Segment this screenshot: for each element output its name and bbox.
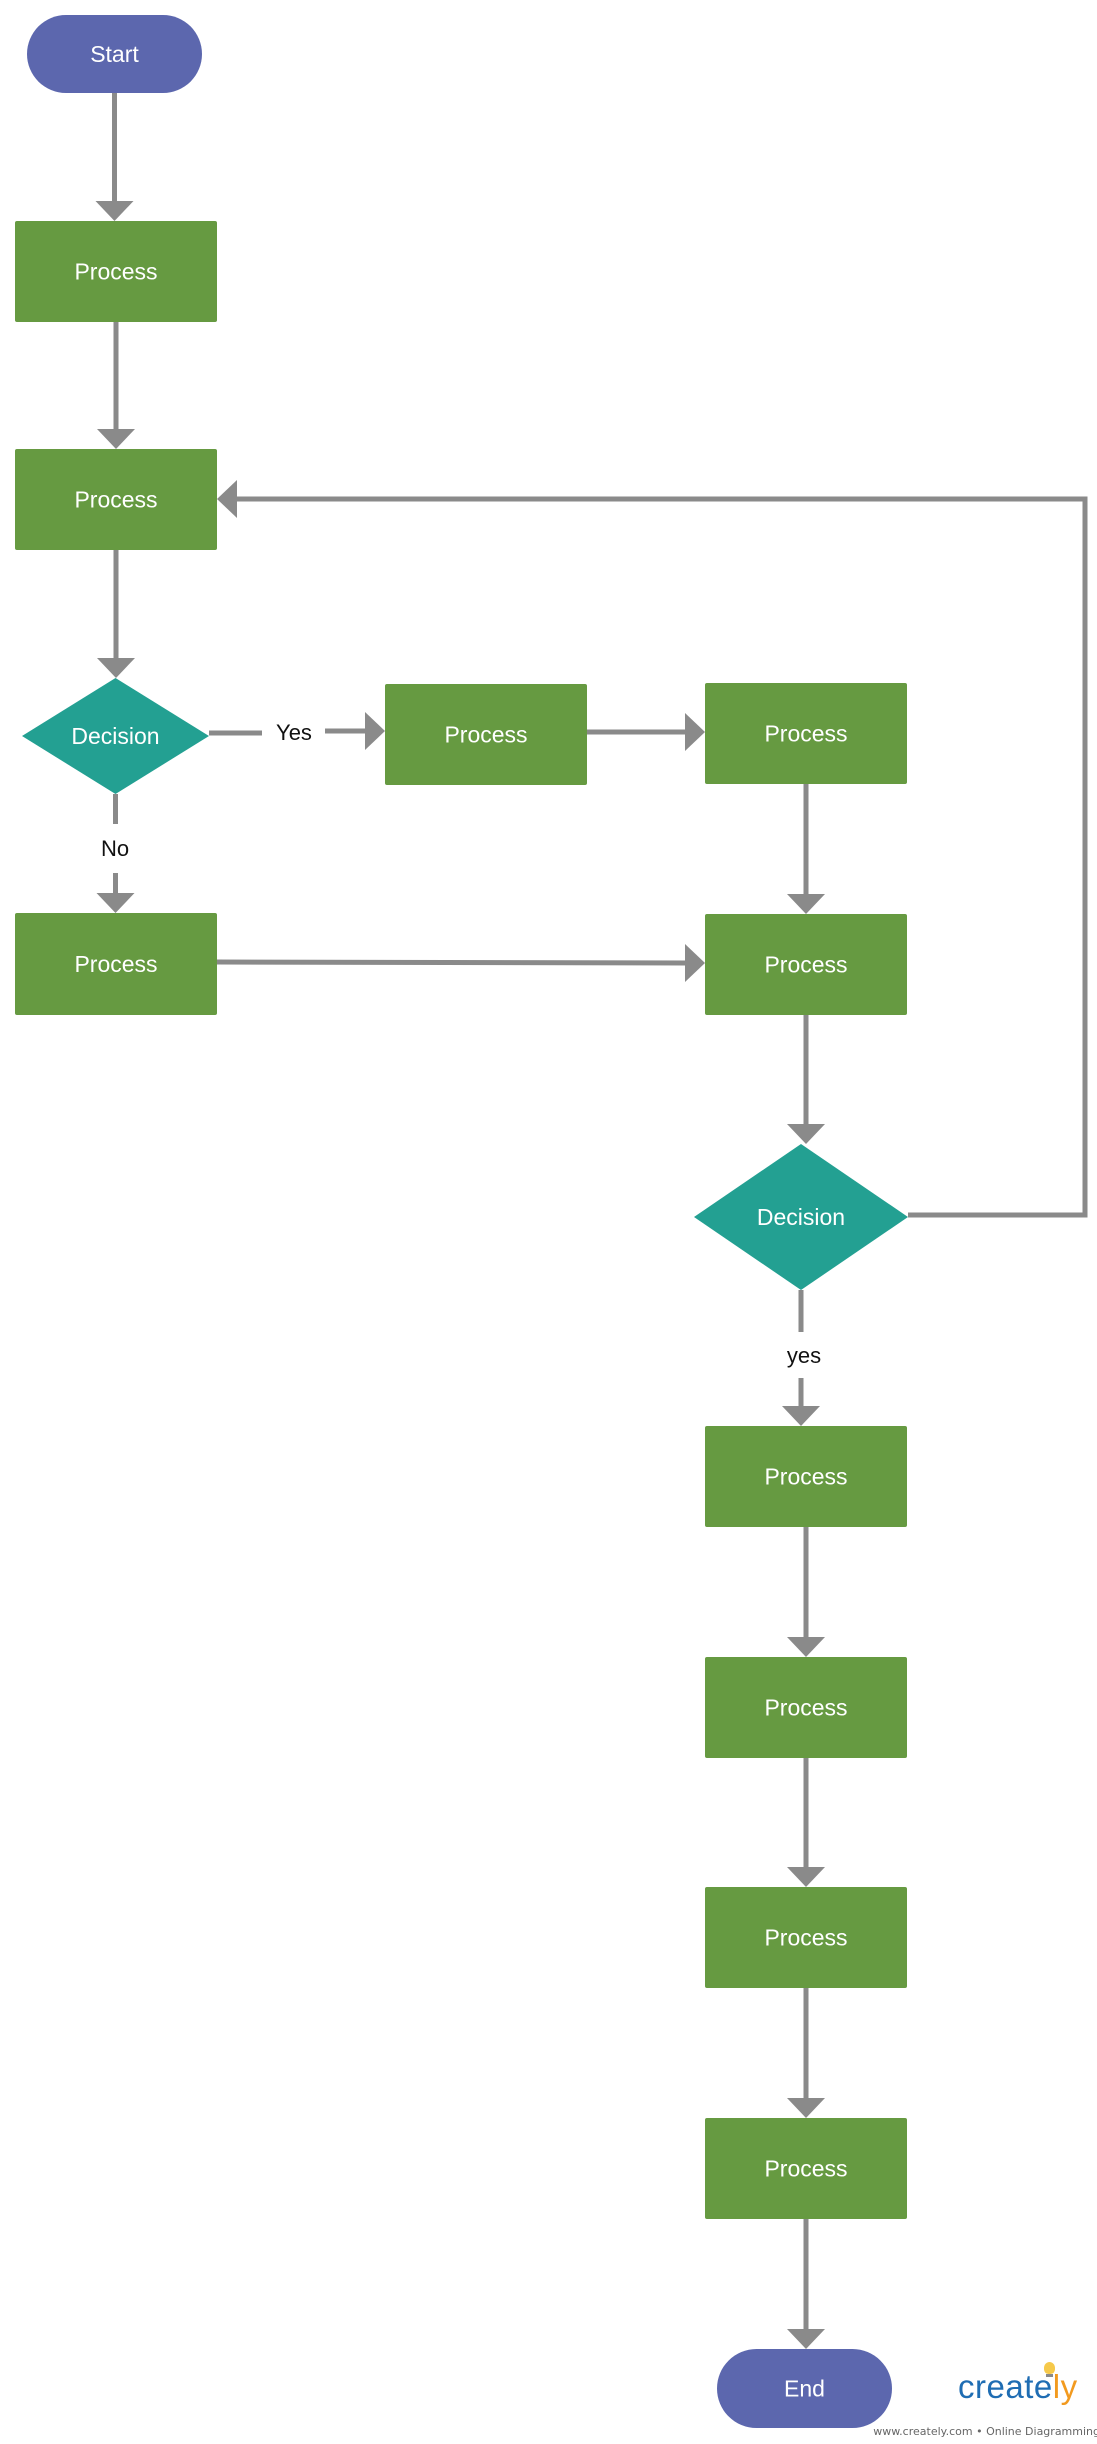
- arrowhead-icon: [217, 480, 237, 518]
- node-label: End: [784, 2376, 825, 2402]
- node-label: Process: [764, 1695, 847, 1721]
- node-label: Process: [74, 951, 157, 977]
- node-terminator-start[interactable]: Start: [27, 15, 202, 93]
- edge-label: No: [101, 836, 129, 861]
- node-label: Process: [764, 721, 847, 747]
- arrowhead-icon: [787, 894, 825, 914]
- arrowhead-icon: [787, 2098, 825, 2118]
- node-terminator-end[interactable]: End: [717, 2349, 892, 2428]
- arrowhead-icon: [787, 2329, 825, 2349]
- arrowhead-icon: [787, 1637, 825, 1657]
- edge-label: yes: [787, 1343, 821, 1368]
- lightbulb-base-icon: [1046, 2374, 1053, 2377]
- arrowhead-icon: [685, 713, 705, 751]
- nodes: Start Process Process Decision Process Proces…: [15, 15, 908, 2428]
- node-decision-d2[interactable]: Decision: [694, 1144, 908, 1290]
- connectors: [95, 93, 1088, 2349]
- node-process-p8[interactable]: Process: [705, 1887, 907, 1988]
- arrowhead-icon: [365, 712, 385, 750]
- arrowhead-icon: [95, 201, 134, 221]
- node-label: Process: [764, 952, 847, 978]
- node-label: Process: [764, 1464, 847, 1490]
- lightbulb-icon: [1044, 2362, 1055, 2374]
- node-process-p9[interactable]: Process: [705, 2118, 907, 2219]
- node-label: Start: [90, 41, 139, 67]
- creately-wordmark: creately: [958, 2368, 1078, 2405]
- node-label: Process: [74, 487, 157, 513]
- arrowhead-icon: [787, 1867, 825, 1887]
- flowchart-canvas: Start Process Process Decision Process Proces…: [15, 15, 1088, 2428]
- node-process-p4[interactable]: Process: [705, 683, 907, 784]
- node-process-p5[interactable]: Process: [705, 914, 907, 1015]
- node-label: Process: [764, 1925, 847, 1951]
- arrowhead-icon: [782, 1406, 820, 1426]
- creately-logo: creately www.creately.com • Online Diagr…: [866, 2362, 1097, 2444]
- node-process-p2[interactable]: Process: [15, 449, 217, 550]
- node-process-pno[interactable]: Process: [15, 913, 217, 1015]
- node-process-p6[interactable]: Process: [705, 1426, 907, 1527]
- node-label: Decision: [71, 723, 159, 749]
- arrowhead-icon: [97, 658, 135, 678]
- arrowhead-icon: [97, 429, 135, 449]
- edge-labels: Yes No yes: [101, 720, 821, 1368]
- node-label: Process: [764, 2156, 847, 2182]
- node-process-p3[interactable]: Process: [385, 684, 587, 785]
- connector-d2-loop-p2: [235, 496, 1088, 1218]
- node-label: Process: [74, 259, 157, 285]
- node-decision-d1[interactable]: Decision: [22, 678, 209, 794]
- edge-label: Yes: [276, 720, 312, 745]
- arrowhead-icon: [685, 944, 705, 982]
- arrowhead-icon: [787, 1124, 825, 1144]
- node-process-p7[interactable]: Process: [705, 1657, 907, 1758]
- node-process-p1[interactable]: Process: [15, 221, 217, 322]
- connector-pno-p5: [216, 959, 688, 966]
- node-label: Decision: [757, 1204, 845, 1230]
- creately-tagline: www.creately.com • Online Diagramming: [866, 2425, 1097, 2438]
- arrowhead-icon: [96, 893, 135, 913]
- node-label: Process: [444, 722, 527, 748]
